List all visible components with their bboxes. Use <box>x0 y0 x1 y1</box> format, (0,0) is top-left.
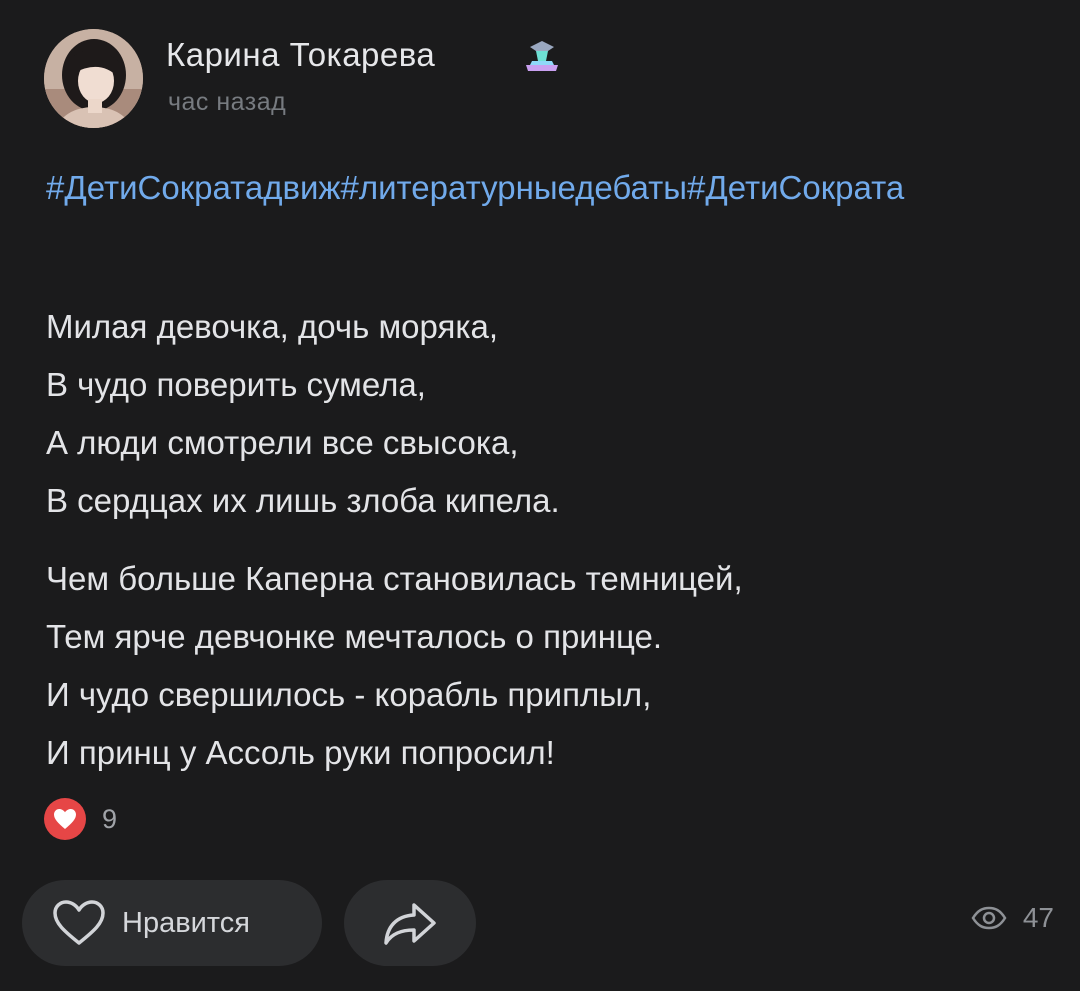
views-count: 47 <box>1022 902 1054 933</box>
poem-line: А люди смотрели все свысока, <box>46 424 519 461</box>
poem-line: И принц у Ассоль руки попросил! <box>46 734 555 771</box>
reactions-summary[interactable]: 9 <box>44 798 117 840</box>
reaction-count: 9 <box>102 803 118 834</box>
share-button[interactable] <box>344 880 476 966</box>
poem-line: В чудо поверить сумела, <box>46 366 426 403</box>
like-button[interactable]: Нравится <box>22 880 322 966</box>
author-name[interactable]: Карина Токарева <box>166 36 435 74</box>
poem-line: И чудо свершилось - корабль приплыл, <box>46 676 652 713</box>
views-counter: 47 <box>971 902 1054 934</box>
heart-icon <box>44 798 86 840</box>
share-arrow-icon <box>384 903 436 945</box>
author-badge-icon <box>526 41 558 71</box>
poem-stanza-2: Чем больше Каперна становилась темницей,… <box>46 550 1046 782</box>
poem-line: Тем ярче девчонке мечталось о принце. <box>46 618 663 655</box>
poem-line: Милая девочка, дочь моряка, <box>46 308 499 345</box>
avatar-photo <box>44 29 143 128</box>
like-button-label: Нравится <box>122 906 250 939</box>
poem-line: В сердцах их лишь злоба кипела. <box>46 482 560 519</box>
post-time[interactable]: час назад <box>168 88 286 117</box>
eye-icon <box>971 906 1007 930</box>
poem-line: Чем больше Каперна становилась темницей, <box>46 560 743 597</box>
post-hashtags[interactable]: #ДетиСократадвиж#литературныедебаты#Дети… <box>46 155 1036 221</box>
poem-stanza-1: Милая девочка, дочь моряка, В чудо повер… <box>46 298 1046 530</box>
heart-outline-icon <box>53 900 105 945</box>
avatar[interactable] <box>44 29 143 128</box>
